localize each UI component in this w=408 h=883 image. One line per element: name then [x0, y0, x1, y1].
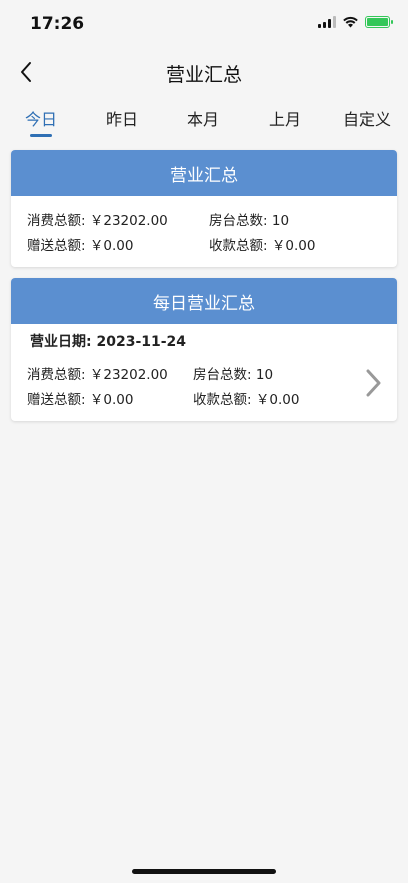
consumption-value: ￥23202.00: [89, 213, 168, 229]
gift-total: 赠送总额: ￥0.00: [27, 234, 133, 254]
business-date: 营业日期: 2023-11-24: [30, 331, 186, 351]
summary-card-title: 营业汇总: [11, 150, 397, 196]
wifi-icon: [343, 16, 358, 28]
daily-consumption-total: 消费总额: ￥23202.00: [27, 363, 168, 383]
daily-tables-value: 10: [255, 367, 274, 383]
page-title: 营业汇总: [165, 64, 242, 86]
tab-today[interactable]: 今日: [11, 106, 71, 130]
daily-collection-label: 收款总额:: [193, 392, 252, 408]
tab-custom[interactable]: 自定义: [337, 106, 397, 130]
summary-card: 营业汇总 消费总额: ￥23202.00 房台总数: 10 赠送总额: ￥0.0…: [11, 150, 397, 267]
daily-collection-value: ￥0.00: [255, 392, 300, 408]
business-date-value: 2023-11-24: [96, 334, 187, 350]
collection-value: ￥0.00: [271, 238, 316, 254]
daily-gift-value: ￥0.00: [89, 392, 134, 408]
collection-total: 收款总额: ￥0.00: [209, 234, 315, 254]
tab-this-month[interactable]: 本月: [173, 106, 233, 130]
nav-bar: 营业汇总: [0, 50, 408, 94]
consumption-total: 消费总额: ￥23202.00: [27, 209, 168, 229]
status-time: 17:26: [30, 14, 85, 34]
tab-yesterday[interactable]: 昨日: [92, 106, 152, 130]
daily-card-title: 每日营业汇总: [11, 278, 397, 324]
business-date-label: 营业日期:: [30, 334, 92, 350]
daily-gift-label: 赠送总额:: [27, 392, 86, 408]
gift-label: 赠送总额:: [27, 238, 86, 254]
home-indicator: [132, 869, 276, 874]
tab-last-month[interactable]: 上月: [255, 106, 315, 130]
status-icons: [318, 16, 393, 28]
battery-icon: [365, 16, 393, 28]
collection-label: 收款总额:: [209, 238, 268, 254]
tables-total: 房台总数: 10: [209, 209, 289, 229]
daily-tables-label: 房台总数:: [193, 367, 252, 383]
date-tabs: 今日 昨日 本月 上月 自定义: [0, 94, 408, 138]
daily-gift-total: 赠送总额: ￥0.00: [27, 388, 133, 408]
consumption-label: 消费总额:: [27, 213, 86, 229]
chevron-right-icon[interactable]: [363, 368, 383, 398]
daily-summary-card[interactable]: 每日营业汇总 营业日期: 2023-11-24 消费总额: ￥23202.00 …: [11, 278, 397, 421]
active-tab-indicator: [30, 134, 52, 137]
daily-consumption-value: ￥23202.00: [89, 367, 168, 383]
tables-value: 10: [271, 213, 290, 229]
signal-icon: [318, 16, 336, 28]
daily-consumption-label: 消费总额:: [27, 367, 86, 383]
gift-value: ￥0.00: [89, 238, 134, 254]
tables-label: 房台总数:: [209, 213, 268, 229]
status-bar: 17:26: [0, 0, 408, 50]
daily-collection-total: 收款总额: ￥0.00: [193, 388, 299, 408]
daily-tables-total: 房台总数: 10: [193, 363, 273, 383]
